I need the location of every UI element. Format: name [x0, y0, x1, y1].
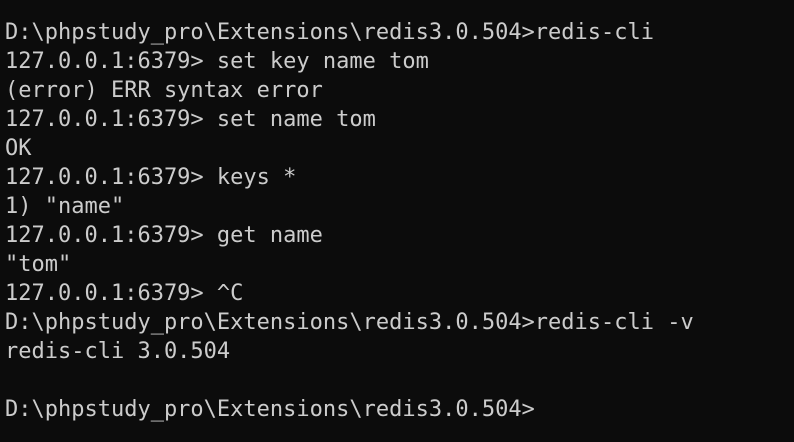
terminal-line-error: (error) ERR syntax error	[5, 78, 323, 103]
terminal-prompt[interactable]: D:\phpstudy_pro\Extensions\redis3.0.504>	[5, 395, 794, 424]
terminal-line-command: D:\phpstudy_pro\Extensions\redis3.0.504>…	[5, 310, 694, 335]
terminal-line-command: 127.0.0.1:6379> set name tom	[5, 107, 376, 132]
terminal-line-output: "tom"	[5, 252, 72, 277]
terminal-line-command: 127.0.0.1:6379> get name	[5, 223, 323, 248]
terminal-line-command: 127.0.0.1:6379> set key name tom	[5, 49, 429, 74]
terminal-line-command: D:\phpstudy_pro\Extensions\redis3.0.504>…	[5, 20, 655, 45]
terminal-output[interactable]: D:\phpstudy_pro\Extensions\redis3.0.504>…	[0, 0, 794, 442]
terminal-line-output: OK	[5, 136, 32, 161]
terminal-line-output: 1) "name"	[5, 194, 125, 219]
terminal-line-command: 127.0.0.1:6379> keys *	[5, 165, 297, 190]
terminal-line-command: 127.0.0.1:6379> ^C	[5, 281, 244, 306]
terminal-line-output: redis-cli 3.0.504	[5, 339, 231, 364]
